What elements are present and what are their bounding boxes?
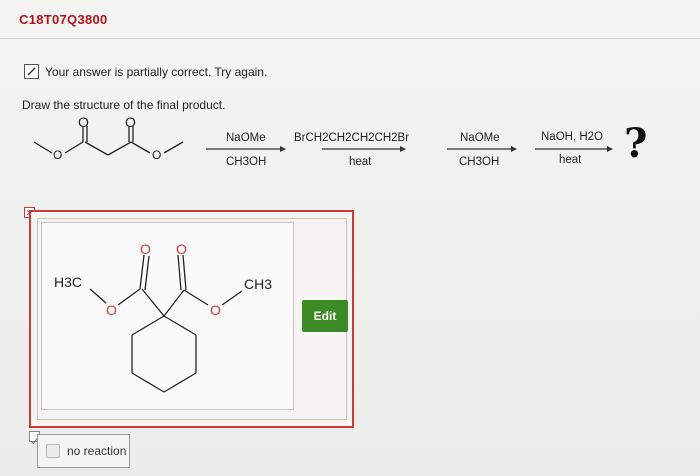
methyl-label-right: CH3 xyxy=(244,276,272,292)
oxygen-label: O xyxy=(106,302,117,318)
step3-reagent: NaOMe xyxy=(460,132,500,144)
no-reaction-checkbox[interactable] xyxy=(46,444,60,458)
edit-button[interactable]: Edit xyxy=(302,300,348,332)
arrow-icon xyxy=(535,146,613,152)
step1-solvent: CH3OH xyxy=(226,156,267,168)
oxygen-label: O xyxy=(176,241,187,257)
step2-reagent: BrCH2CH2CH2CH2Br xyxy=(294,132,410,144)
reaction-scheme: NaOMe CH3OH BrCH2CH2CH2CH2Br heat NaOMe … xyxy=(0,108,700,188)
question-id: C18T07Q3800 xyxy=(19,12,108,27)
status-message: Your answer is partially correct. Try ag… xyxy=(45,64,268,79)
pencil-icon xyxy=(24,64,39,79)
methyl-label-left: H3C xyxy=(54,274,82,290)
arrow-icon xyxy=(447,146,517,152)
arrow-icon xyxy=(206,146,286,152)
no-reaction-label: no reaction xyxy=(67,444,127,458)
step3-solvent: CH3OH xyxy=(459,156,500,168)
oxygen-label: O xyxy=(140,241,151,257)
page: C18T07Q3800 Your answer is partially cor… xyxy=(0,0,700,476)
status-row: Your answer is partially correct. Try ag… xyxy=(24,64,267,79)
step4-condition: heat xyxy=(559,154,582,166)
oxygen-label: O xyxy=(210,302,221,318)
step4-reagent: NaOH, H2O xyxy=(541,131,603,143)
drawn-structure-canvas[interactable]: O O O O H3C CH3 xyxy=(41,222,294,410)
drawn-structure: O O O O H3C CH3 xyxy=(54,241,272,393)
product-question-mark: ? xyxy=(624,120,648,167)
no-reaction-option[interactable]: no reaction xyxy=(37,434,130,468)
step2-condition: heat xyxy=(349,156,372,168)
step1-reagent: NaOMe xyxy=(226,132,266,144)
arrow-icon xyxy=(322,146,406,152)
divider xyxy=(0,38,700,39)
